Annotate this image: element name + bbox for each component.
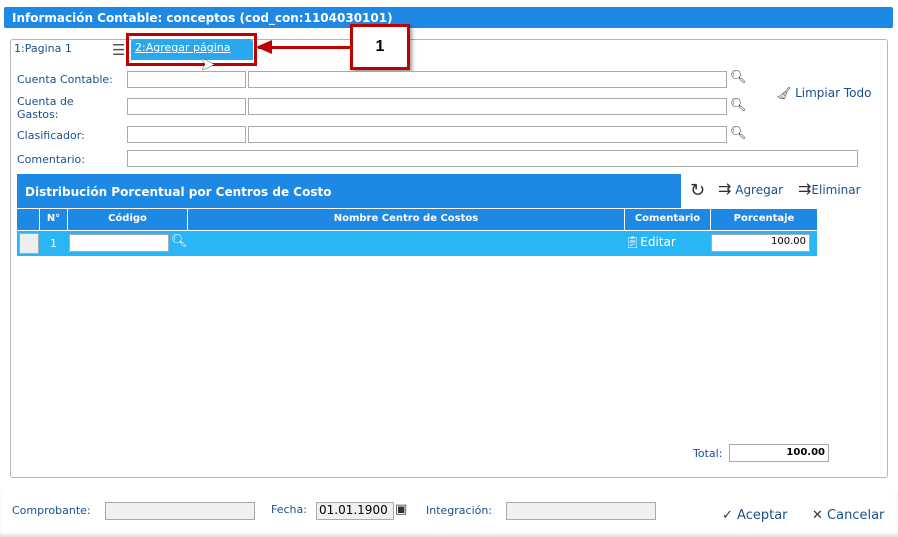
clasificador-name-input[interactable]	[248, 126, 727, 143]
search-icon[interactable]: 🔍︎	[730, 70, 747, 85]
search-icon[interactable]: 🔍︎	[171, 234, 188, 249]
limpiar-todo-button[interactable]: 🧹︎ Limpiar Todo	[776, 86, 871, 100]
total-label: Total:	[693, 447, 723, 460]
cuenta-contable-code-input[interactable]	[127, 71, 246, 88]
limpiar-label: Limpiar Todo	[795, 86, 872, 100]
cancelar-label: Cancelar	[827, 508, 885, 523]
check-icon: ✓	[722, 508, 733, 523]
cancelar-button[interactable]: ✕ Cancelar	[812, 508, 884, 523]
total-value: 100.00	[729, 444, 829, 462]
aceptar-button[interactable]: ✓ Aceptar	[722, 508, 788, 523]
clasificador-label: Clasificador:	[17, 129, 85, 142]
menu-icon[interactable]: ☰	[112, 41, 125, 59]
arrow-line	[258, 46, 352, 49]
table-row: 1 🔍︎ 📋︎Editar 100.00	[17, 231, 817, 256]
agregar-button[interactable]: ⇉ Agregar	[718, 179, 783, 198]
column-select	[17, 209, 40, 230]
clipboard-icon: 📋︎	[625, 235, 641, 249]
comentario-label: Comentario:	[17, 153, 85, 166]
grid-title: Distribución Porcentual por Centros de C…	[17, 174, 681, 208]
comentario-input[interactable]	[127, 150, 858, 167]
column-header-porcentaje[interactable]: Porcentaje	[711, 209, 817, 230]
cuenta-gastos-code-input[interactable]	[127, 98, 246, 115]
comprobante-input[interactable]	[105, 502, 255, 520]
search-icon[interactable]: 🔍︎	[730, 98, 747, 113]
column-header-comentario[interactable]: Comentario	[625, 209, 711, 230]
row-selector[interactable]	[19, 233, 39, 254]
eliminar-label: Eliminar	[811, 183, 861, 197]
refresh-icon[interactable]: ↻	[690, 180, 705, 201]
calendar-icon[interactable]: ▣	[395, 502, 407, 517]
agregar-label: Agregar	[735, 183, 784, 197]
callout-number: 1	[350, 24, 410, 70]
clasificador-code-input[interactable]	[127, 126, 246, 143]
fecha-input[interactable]: 01.01.1900	[316, 502, 394, 520]
column-header-n: N°	[40, 209, 68, 230]
aceptar-label: Aceptar	[737, 508, 788, 523]
fecha-label: Fecha:	[271, 503, 307, 516]
highlight-box	[126, 33, 257, 66]
integracion-label: Integración:	[426, 504, 493, 517]
add-row-icon: ⇉	[718, 179, 732, 198]
codigo-input[interactable]	[69, 234, 169, 252]
integracion-input[interactable]	[506, 502, 656, 520]
tab-label: 1:Pagina 1	[14, 42, 72, 55]
cuenta-contable-name-input[interactable]	[248, 71, 727, 88]
search-icon[interactable]: 🔍︎	[730, 126, 747, 141]
column-header-codigo[interactable]: Código	[68, 209, 188, 230]
editar-button[interactable]: 📋︎Editar	[625, 235, 676, 249]
cuenta-gastos-label: Cuenta de Gastos:	[17, 95, 74, 121]
broom-icon: 🧹︎	[776, 86, 792, 100]
eliminar-button[interactable]: ⇉Eliminar	[798, 179, 861, 198]
row-number: 1	[50, 237, 57, 250]
close-icon: ✕	[812, 508, 823, 523]
comprobante-label: Comprobante:	[12, 504, 91, 517]
remove-row-icon: ⇉	[798, 179, 812, 198]
porcentaje-input[interactable]: 100.00	[711, 234, 810, 252]
cuenta-contable-label: Cuenta Contable:	[17, 73, 113, 86]
editar-label: Editar	[640, 235, 676, 249]
cuenta-gastos-name-input[interactable]	[248, 98, 727, 115]
window-title: Información Contable: conceptos (cod_con…	[4, 7, 893, 28]
column-header-nombre[interactable]: Nombre Centro de Costos	[188, 209, 625, 230]
